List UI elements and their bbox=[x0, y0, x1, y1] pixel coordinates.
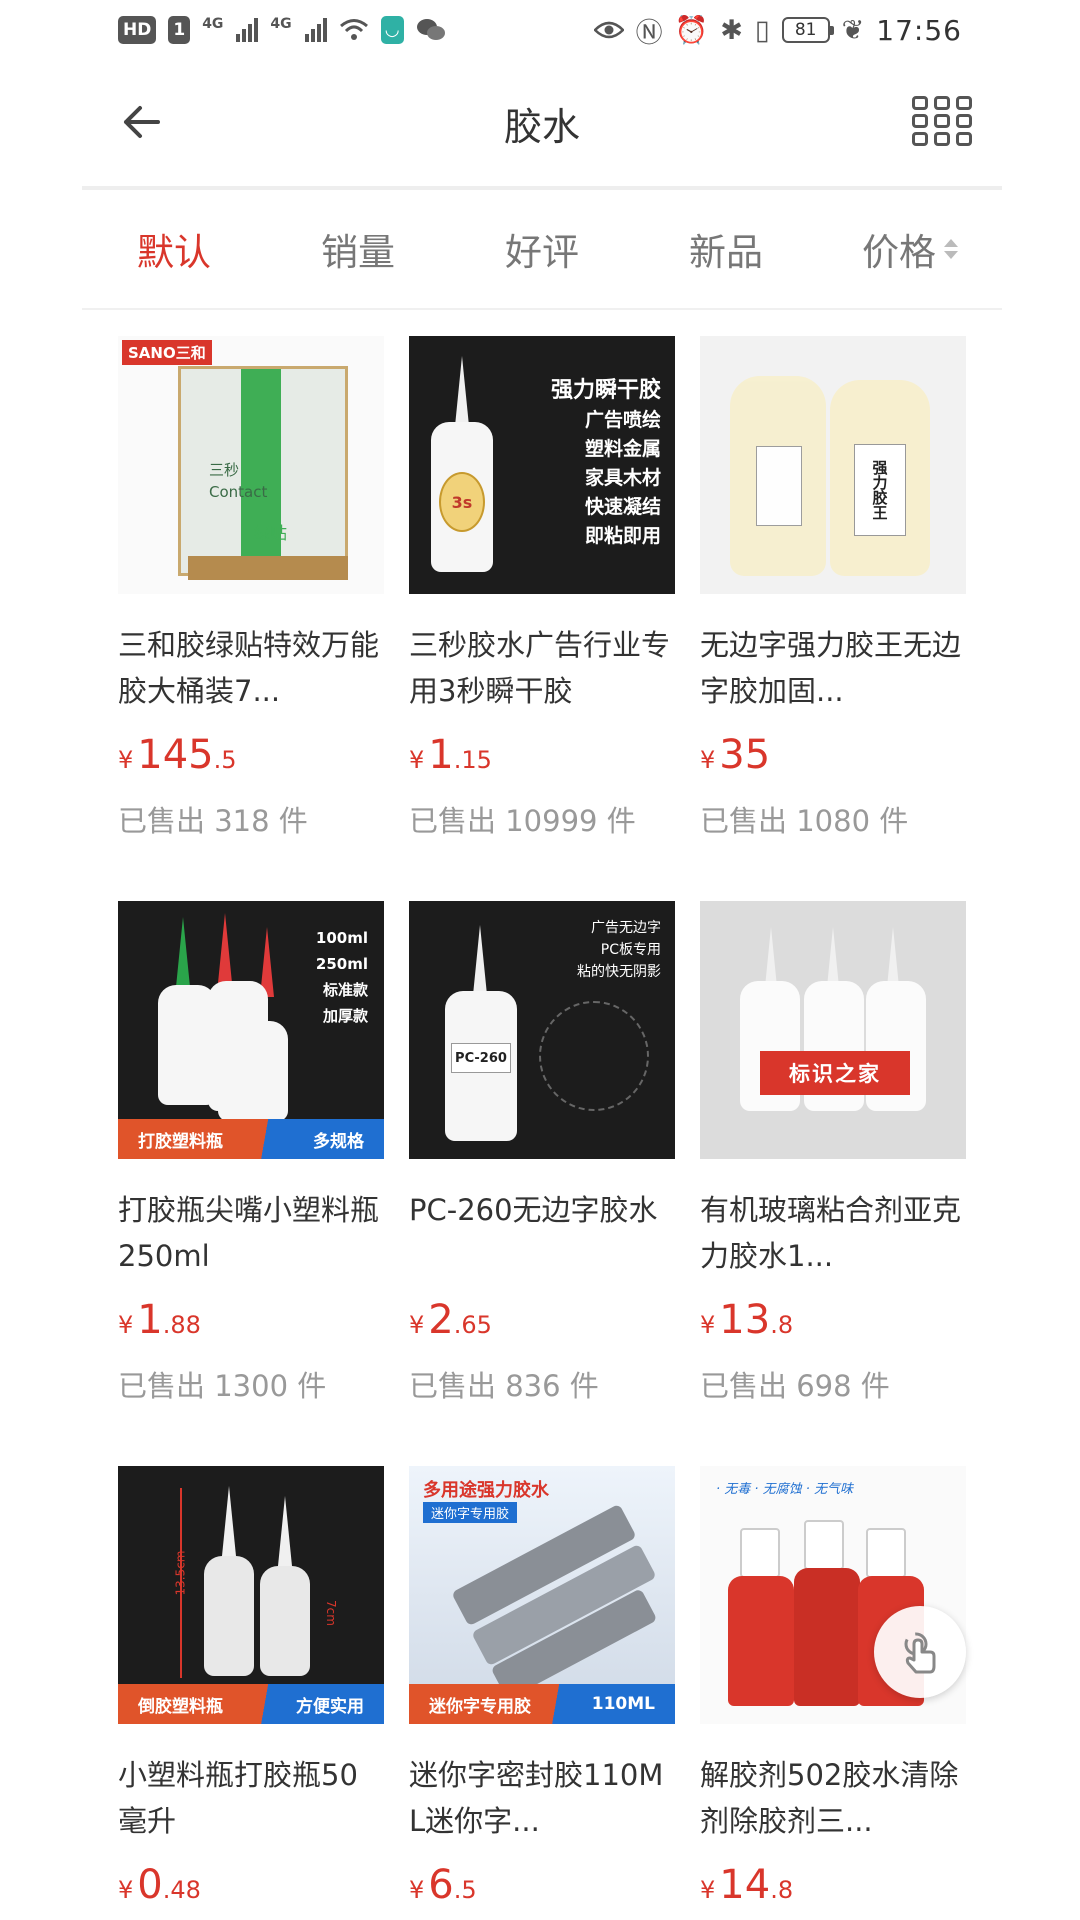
network-type-2: 4G bbox=[270, 16, 292, 32]
product-price: ¥ 6 .5 bbox=[409, 1862, 477, 1908]
product-card[interactable]: SANO三和 三秒 Contact 绿贴 三和胶绿贴特效万能胶大桶装7... ¥… bbox=[118, 336, 384, 865]
product-card[interactable]: 3s 强力瞬干胶 广告喷绘 塑料金属 家具木材 快速凝结 即粘即用 三秒胶水广告… bbox=[409, 336, 675, 865]
battery-icon: 81 bbox=[781, 17, 834, 43]
signal-icon bbox=[236, 18, 259, 42]
product-card[interactable]: 强力胶王 无边字强力胶王无边字胶加固... ¥ 35 已售出 1080 件 bbox=[700, 336, 966, 865]
mi-app-icon: ◡ bbox=[380, 16, 404, 44]
product-price: ¥ 145 .5 bbox=[118, 732, 237, 778]
product-card[interactable]: 13.5cm 7cm 倒胶塑料瓶 方便实用 小塑料瓶打胶瓶50毫升 ¥ 0 .4… bbox=[118, 1466, 384, 1920]
product-card[interactable]: PC-260 广告无边字 PC板专用 粘的快无阴影 PC-260无边字胶水 ¥ … bbox=[409, 901, 675, 1430]
bluetooth-icon: ✱ bbox=[720, 14, 743, 46]
network-type-1: 4G bbox=[202, 16, 224, 32]
sort-arrows-icon bbox=[944, 239, 958, 259]
product-image: 3s 强力瞬干胶 广告喷绘 塑料金属 家具木材 快速凝结 即粘即用 bbox=[409, 336, 675, 594]
sold-count: 已售出 698 件 bbox=[700, 1369, 890, 1403]
signal-icon-2 bbox=[304, 18, 327, 42]
product-card[interactable]: 100ml 250ml 标准款 加厚款 打胶塑料瓶 多规格 打胶瓶尖嘴小塑料瓶2… bbox=[118, 901, 384, 1430]
hand-pointer-icon bbox=[904, 1632, 936, 1674]
product-image: 100ml 250ml 标准款 加厚款 打胶塑料瓶 多规格 bbox=[118, 901, 384, 1159]
alarm-icon: ⏰ bbox=[674, 15, 709, 46]
product-name: 三和胶绿贴特效万能胶大桶装7... bbox=[118, 628, 380, 708]
product-image: SANO三和 三秒 Contact 绿贴 bbox=[118, 336, 384, 594]
product-image: 多用途强力胶水 迷你字专用胶 迷你字专用胶 110ML bbox=[409, 1466, 675, 1724]
sold-count: 已售出 836 件 bbox=[409, 1369, 599, 1403]
sim-badge: 1 bbox=[168, 16, 191, 44]
page-title: 胶水 bbox=[503, 104, 580, 149]
wechat-icon bbox=[416, 19, 445, 40]
status-right: Ⓝ ⏰ ✱ ▯ 81 ❦ 17:56 bbox=[593, 11, 962, 50]
hd-badge: HD bbox=[118, 16, 157, 44]
product-grid: SANO三和 三秒 Contact 绿贴 三和胶绿贴特效万能胶大桶装7... ¥… bbox=[118, 336, 970, 1920]
product-name: 有机玻璃粘合剂亚克力胶水1... bbox=[700, 1193, 962, 1273]
product-card[interactable]: 多用途强力胶水 迷你字专用胶 迷你字专用胶 110ML 迷你字密封胶110ML迷… bbox=[409, 1466, 675, 1920]
product-price: ¥ 1 .88 bbox=[118, 1297, 201, 1343]
sort-bar: 默认 销量 好评 新品 价格 bbox=[82, 190, 1002, 310]
product-image: PC-260 广告无边字 PC板专用 粘的快无阴影 bbox=[409, 901, 675, 1159]
sold-count: 已售出 10999 件 bbox=[409, 804, 636, 838]
top-nav: 胶水 bbox=[82, 60, 1002, 190]
product-image: 强力胶王 bbox=[700, 336, 966, 594]
sold-count: 已售出 318 件 bbox=[118, 804, 308, 838]
vibrate-icon: ▯ bbox=[754, 14, 770, 46]
product-name: 解胶剂502胶水清除剂除胶剂三... bbox=[700, 1758, 959, 1838]
sort-tab-rating[interactable]: 好评 bbox=[450, 222, 634, 276]
arrow-left-icon bbox=[124, 106, 160, 138]
leaf-icon: ❦ bbox=[841, 14, 865, 46]
sort-tab-default[interactable]: 默认 bbox=[82, 222, 266, 276]
sold-count: 已售出 1080 件 bbox=[700, 804, 909, 838]
product-image: 标识之家 bbox=[700, 901, 966, 1159]
product-price: ¥ 1 .15 bbox=[409, 732, 492, 778]
status-left: HD 1 4G 4G ◡ bbox=[118, 16, 446, 44]
sort-tab-price[interactable]: 价格 bbox=[818, 222, 1002, 276]
clock: 17:56 bbox=[876, 13, 962, 47]
product-card[interactable]: 标识之家 有机玻璃粘合剂亚克力胶水1... ¥ 13 .8 已售出 698 件 bbox=[700, 901, 966, 1430]
product-price: ¥ 2 .65 bbox=[409, 1297, 492, 1343]
nfc-icon: Ⓝ bbox=[635, 17, 663, 49]
sold-count: 已售出 1300 件 bbox=[118, 1369, 327, 1403]
back-button[interactable] bbox=[118, 98, 166, 146]
grid-icon bbox=[912, 96, 928, 110]
sort-tab-new[interactable]: 新品 bbox=[634, 222, 818, 276]
product-name: 打胶瓶尖嘴小塑料瓶250ml bbox=[118, 1193, 380, 1273]
product-price: ¥ 13 .8 bbox=[700, 1297, 794, 1343]
category-grid-button[interactable] bbox=[912, 96, 972, 152]
sort-tab-sales[interactable]: 销量 bbox=[266, 222, 450, 276]
product-price: ¥ 14 .8 bbox=[700, 1862, 794, 1908]
product-name: 无边字强力胶王无边字胶加固... bbox=[700, 628, 962, 708]
eye-icon bbox=[593, 21, 624, 39]
product-name: PC-260无边字胶水 bbox=[409, 1193, 658, 1227]
product-name: 三秒胶水广告行业专用3秒瞬干胶 bbox=[409, 628, 671, 708]
wifi-icon bbox=[339, 19, 368, 40]
product-price: ¥ 35 bbox=[700, 732, 771, 778]
status-bar: HD 1 4G 4G ◡ Ⓝ ⏰ ✱ ▯ 81 ❦ 17:56 bbox=[0, 0, 1080, 60]
product-name: 小塑料瓶打胶瓶50毫升 bbox=[118, 1758, 358, 1838]
product-image: 13.5cm 7cm 倒胶塑料瓶 方便实用 bbox=[118, 1466, 384, 1724]
product-name: 迷你字密封胶110ML迷你字... bbox=[409, 1758, 664, 1838]
product-price: ¥ 0 .48 bbox=[118, 1862, 201, 1908]
floating-helper-button[interactable] bbox=[874, 1606, 966, 1698]
brand-logo: SANO三和 bbox=[122, 340, 212, 365]
